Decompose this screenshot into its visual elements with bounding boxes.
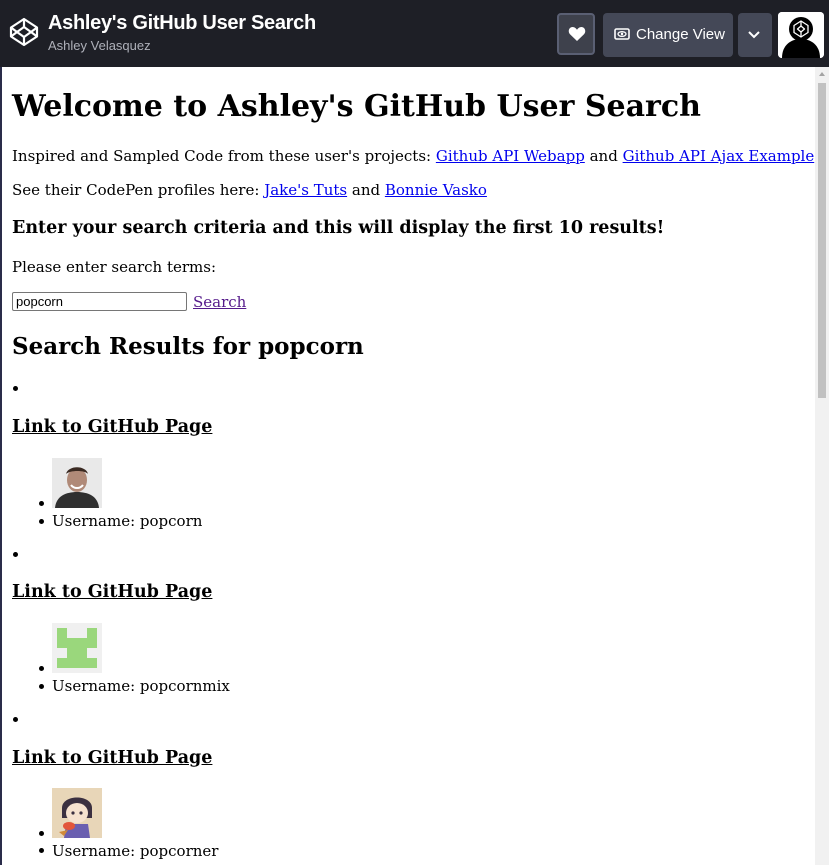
username-label: Username: popcorner [52,842,219,860]
username-label: Username: popcornmix [52,677,230,695]
search-input[interactable] [12,292,187,311]
github-api-ajax-example-link[interactable]: Github API Ajax Example [623,147,815,165]
list-bullet [39,848,44,853]
page-title: Welcome to Ashley's GitHub User Search [12,89,701,124]
github-page-link[interactable]: Link to GitHub Page [12,748,212,768]
codepen-avatar-icon [778,12,824,58]
profiles-prefix: See their CodePen profiles here: [12,181,260,199]
credits-paragraph: Inspired and Sampled Code from these use… [12,147,814,165]
username-label: Username: popcorn [52,512,203,530]
heart-icon [568,27,586,41]
scrollbar-thumb[interactable] [818,83,826,398]
list-bullet [13,717,18,722]
chevron-down-icon [748,31,760,39]
credits-and: and [589,147,618,165]
list-bullet [39,666,44,671]
scroll-up-arrow-icon[interactable] [818,71,826,77]
app-header: Ashley's GitHub User Search Ashley Velas… [0,0,829,67]
profiles-paragraph: See their CodePen profiles here: Jake's … [12,181,487,199]
codepen-logo-icon[interactable] [8,16,40,48]
credits-prefix: Inspired and Sampled Code from these use… [12,147,432,165]
instructions-heading: Enter your search criteria and this will… [12,218,665,238]
view-options-dropdown[interactable] [738,13,772,57]
github-api-webapp-link[interactable]: Github API Webapp [436,147,585,165]
result-iframe: Welcome to Ashley's GitHub User Search I… [0,67,815,865]
like-button[interactable] [557,13,595,55]
jakes-tuts-link[interactable]: Jake's Tuts [264,181,347,199]
user-avatar-image[interactable] [52,623,102,673]
user-avatar[interactable] [778,12,824,58]
github-page-link[interactable]: Link to GitHub Page [12,582,212,602]
pen-author[interactable]: Ashley Velasquez [48,38,151,53]
profiles-and: and [351,181,381,199]
change-view-label: Change View [636,26,725,43]
pen-title: Ashley's GitHub User Search [48,12,316,34]
change-view-button[interactable]: Change View [603,13,733,57]
list-bullet [39,684,44,689]
list-bullet [39,501,44,506]
list-bullet [13,552,18,557]
eye-icon [614,28,630,40]
user-avatar-image[interactable] [52,458,102,508]
github-page-link[interactable]: Link to GitHub Page [12,417,212,437]
vertical-scrollbar[interactable] [815,67,829,865]
list-bullet [39,519,44,524]
search-link[interactable]: Search [193,293,246,311]
bonnie-vasko-link[interactable]: Bonnie Vasko [385,181,487,199]
list-bullet [13,386,18,391]
search-prompt: Please enter search terms: [12,258,217,276]
list-bullet [39,831,44,836]
user-avatar-image[interactable] [52,788,102,838]
results-heading: Search Results for popcorn [12,333,364,360]
